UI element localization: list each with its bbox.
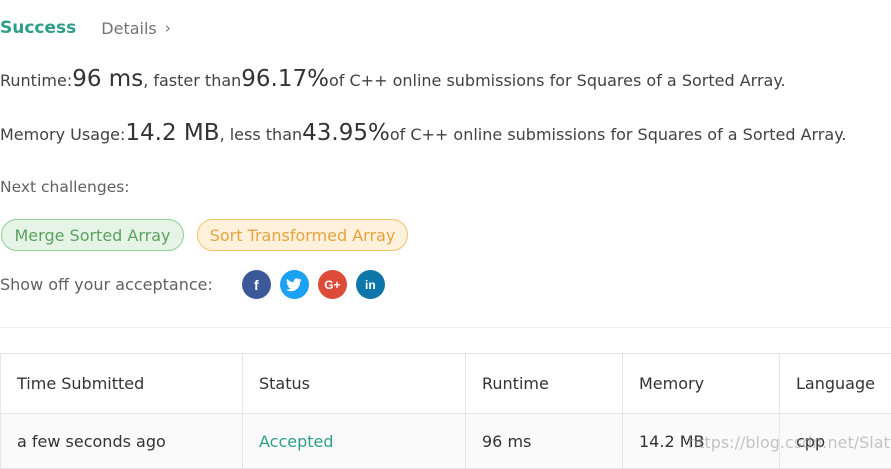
status-title: Success — [0, 18, 77, 38]
memory-tail-text: of C++ online submissions for Squares of… — [389, 125, 847, 144]
memory-mid-text: , less than — [219, 125, 303, 144]
google-plus-icon[interactable]: G+ — [317, 270, 347, 299]
runtime-percent: 96.17% — [241, 66, 329, 92]
result-header: Success Details › — [0, 16, 171, 40]
details-label: Details — [101, 18, 157, 38]
section-divider — [0, 327, 891, 328]
column-header: Memory — [623, 354, 780, 413]
runtime-tail-text: of C++ online submissions for Squares of… — [328, 71, 786, 90]
details-link[interactable]: Details › — [101, 19, 170, 38]
chevron-right-icon: › — [164, 19, 171, 37]
twitter-icon[interactable] — [279, 270, 309, 299]
runtime-label: Runtime: — [0, 71, 73, 90]
memory-label: Memory Usage: — [0, 125, 126, 144]
share-label: Show off your acceptance: — [0, 275, 213, 294]
column-header: Status — [243, 354, 466, 413]
time-submitted-cell: a few seconds ago — [1, 414, 243, 468]
column-header: Language — [796, 374, 875, 393]
runtime-cell: 96 ms — [466, 414, 623, 468]
memory-percent: 43.95% — [302, 120, 390, 146]
challenge-sort-transformed-array[interactable]: Sort Transformed Array — [197, 219, 408, 251]
column-header: Runtime — [466, 354, 623, 413]
watermark: https://blog.csdn.net/Slatter — [688, 433, 891, 452]
facebook-icon[interactable]: f — [241, 270, 271, 299]
runtime-mid-text: , faster than — [143, 71, 242, 90]
memory-value: 14.2 MB — [125, 120, 220, 146]
runtime-value: 96 ms — [72, 66, 144, 92]
next-challenges-label: Next challenges: — [0, 178, 130, 196]
twitter-bird-glyph — [286, 277, 303, 291]
column-header: Time Submitted — [1, 354, 243, 413]
next-challenges-list: Merge Sorted Array Sort Transformed Arra… — [1, 219, 408, 251]
memory-stat: Memory Usage: 14.2 MB , less than 43.95%… — [0, 120, 846, 146]
table-header-row: Time Submitted Status Runtime Memory Lan… — [1, 354, 891, 413]
status-cell-link[interactable]: Accepted — [243, 414, 466, 468]
runtime-stat: Runtime: 96 ms , faster than 96.17% of C… — [0, 66, 786, 92]
challenge-merge-sorted-array[interactable]: Merge Sorted Array — [1, 219, 184, 251]
share-row: Show off your acceptance: f G+ in — [0, 270, 385, 299]
linkedin-icon[interactable]: in — [355, 270, 385, 299]
share-icons: f G+ in — [241, 270, 385, 299]
